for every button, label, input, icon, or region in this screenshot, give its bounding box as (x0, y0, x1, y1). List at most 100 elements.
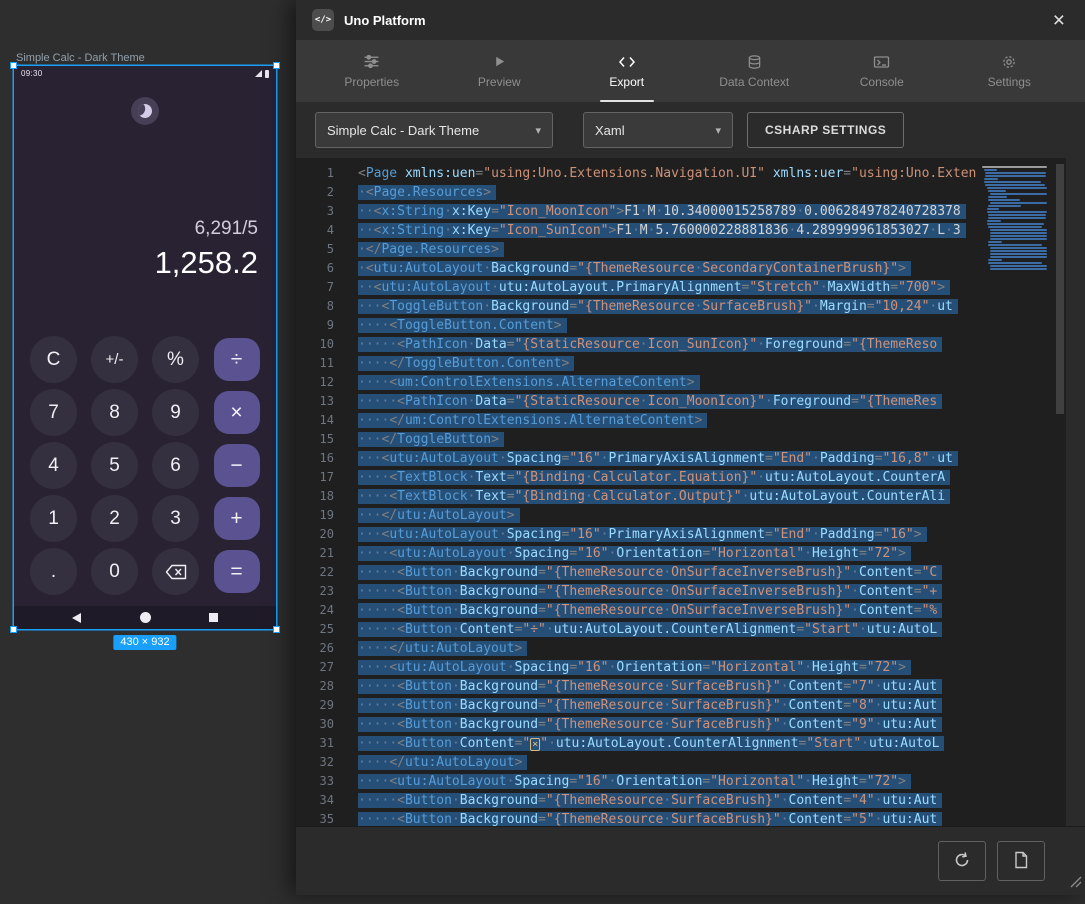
code-line[interactable]: ·····<Button·Content="÷"·utu:AutoLayout.… (358, 620, 1066, 639)
recents-icon[interactable] (209, 613, 218, 622)
calc-button-9[interactable]: 9 (152, 389, 199, 436)
calc-button-0[interactable]: 0 (91, 548, 138, 595)
page-dropdown[interactable]: Simple Calc - Dark Theme ▾ (315, 112, 553, 148)
tab-export[interactable]: Export (563, 40, 691, 102)
code-line[interactable]: ····</utu:AutoLayout> (358, 639, 1066, 658)
code-line[interactable]: ···</ToggleButton> (358, 430, 1066, 449)
calc-button-⌫[interactable] (152, 548, 199, 595)
line-number: 5 (296, 240, 334, 259)
code-line[interactable]: ···<ToggleButton·Background="{ThemeResou… (358, 297, 1066, 316)
code-line[interactable]: ···<utu:AutoLayout·Spacing="16"·PrimaryA… (358, 525, 1066, 544)
calc-button-+[interactable]: + (214, 497, 260, 540)
refresh-button[interactable] (938, 841, 986, 881)
minimap-line (985, 184, 1045, 186)
code-line[interactable]: ····<ToggleButton.Content> (358, 316, 1066, 335)
line-number: 9 (296, 316, 334, 335)
frame-label[interactable]: Simple Calc - Dark Theme (16, 52, 145, 64)
selection-handle-top-left[interactable] (10, 62, 17, 69)
code-line[interactable]: ·····<Button·Background="{ThemeResource·… (358, 677, 1066, 696)
calc-button-8[interactable]: 8 (91, 389, 138, 436)
code-line[interactable]: ···</utu:AutoLayout> (358, 506, 1066, 525)
tab-settings[interactable]: Settings (946, 40, 1074, 102)
line-number: 4 (296, 221, 334, 240)
code-line[interactable]: ···<utu:AutoLayout·Spacing="16"·PrimaryA… (358, 449, 1066, 468)
code-line[interactable]: ·····<Button·Background="{ThemeResource·… (358, 601, 1066, 620)
home-icon[interactable] (140, 612, 151, 623)
line-number: 2 (296, 183, 334, 202)
code-editor[interactable]: 1234567891011121314151617181920212223242… (296, 158, 1085, 826)
tab-console[interactable]: Console (818, 40, 946, 102)
calc-button-2[interactable]: 2 (91, 495, 138, 542)
line-number: 22 (296, 563, 334, 582)
calc-button-=[interactable]: = (214, 550, 260, 593)
theme-toggle-button[interactable] (131, 97, 159, 125)
selection-handle-top-right[interactable] (273, 62, 280, 69)
code-line[interactable]: ·····<Button·Content="×"·utu:AutoLayout.… (358, 734, 1066, 753)
code-line[interactable]: ·<Page.Resources> (358, 183, 1066, 202)
line-number: 11 (296, 354, 334, 373)
minimap[interactable] (972, 158, 1054, 826)
code-line[interactable]: ·</Page.Resources> (358, 240, 1066, 259)
scrollbar-thumb[interactable] (1056, 164, 1064, 414)
code-line[interactable]: ····<TextBlock·Text="{Binding·Calculator… (358, 468, 1066, 487)
calc-button-.[interactable]: . (30, 548, 77, 595)
code-line[interactable]: ·<utu:AutoLayout·Background="{ThemeResou… (358, 259, 1066, 278)
calc-button-÷[interactable]: ÷ (214, 338, 260, 381)
tab-data-context[interactable]: Data Context (691, 40, 819, 102)
calc-button-7[interactable]: 7 (30, 389, 77, 436)
code-line[interactable]: ·····<PathIcon·Data="{StaticResource·Ico… (358, 335, 1066, 354)
code-line[interactable]: ····</um:ControlExtensions.AlternateCont… (358, 411, 1066, 430)
calc-output: 1,258.2 (30, 242, 258, 284)
code-line[interactable]: ····<TextBlock·Text="{Binding·Calculator… (358, 487, 1066, 506)
code-line[interactable]: ··<x:String·x:Key="Icon_SunIcon">F1·M·5.… (358, 221, 1066, 240)
calc-button-3[interactable]: 3 (152, 495, 199, 542)
close-icon[interactable]: × (1049, 10, 1069, 31)
line-number: 3 (296, 202, 334, 221)
scrollbar[interactable] (1054, 158, 1066, 826)
selection-handle-bottom-right[interactable] (273, 626, 280, 633)
code-line[interactable]: ····<um:ControlExtensions.AlternateConte… (358, 373, 1066, 392)
code-line[interactable]: ·····<Button·Background="{ThemeResource·… (358, 563, 1066, 582)
tab-preview[interactable]: Preview (436, 40, 564, 102)
export-file-button[interactable] (997, 841, 1045, 881)
code-line[interactable]: ·····<Button·Background="{ThemeResource·… (358, 715, 1066, 734)
calc-button-+/-[interactable]: +/- (91, 336, 138, 383)
moon-icon (136, 102, 153, 119)
calc-button-1[interactable]: 1 (30, 495, 77, 542)
code-line[interactable]: ·····<Button·Background="{ThemeResource·… (358, 696, 1066, 715)
preview-icon (492, 53, 507, 70)
minimap-line (987, 211, 1047, 213)
code-line[interactable]: <Page xmlns:uen="using:Uno.Extensions.Na… (358, 164, 1066, 183)
minimap-line (988, 241, 1002, 243)
tab-properties[interactable]: Properties (308, 40, 436, 102)
calc-button-%[interactable]: % (152, 336, 199, 383)
code-line[interactable]: ·····<Button·Background="{ThemeResource·… (358, 810, 1066, 826)
minimap-line (982, 166, 1047, 168)
code-line[interactable]: ·····<Button·Background="{ThemeResource·… (358, 582, 1066, 601)
back-icon[interactable] (72, 613, 81, 623)
calc-button-−[interactable]: − (214, 444, 260, 487)
resize-grip[interactable] (1065, 871, 1083, 894)
code-line[interactable]: ····<utu:AutoLayout·Spacing="16"·Orienta… (358, 658, 1066, 677)
calc-button-×[interactable]: × (214, 391, 260, 434)
calc-button-6[interactable]: 6 (152, 442, 199, 489)
format-dropdown[interactable]: Xaml ▾ (583, 112, 733, 148)
calc-button-4[interactable]: 4 (30, 442, 77, 489)
code-line[interactable]: ····</ToggleButton.Content> (358, 354, 1066, 373)
code-line[interactable]: ··<utu:AutoLayout·utu:AutoLayout.Primary… (358, 278, 1066, 297)
calc-button-C[interactable]: C (30, 336, 77, 383)
code-line[interactable]: ····</utu:AutoLayout> (358, 753, 1066, 772)
calc-button-5[interactable]: 5 (91, 442, 138, 489)
selection-handle-bottom-left[interactable] (10, 626, 17, 633)
line-number: 31 (296, 734, 334, 753)
code-line[interactable]: ··<x:String·x:Key="Icon_MoonIcon">F1·M·1… (358, 202, 1066, 221)
calculator-frame[interactable]: 09:30 6,291/5 1,258.2 C+/-%÷789×456−123+… (14, 66, 276, 629)
csharp-settings-button[interactable]: CSHARP SETTINGS (747, 112, 904, 148)
code-line[interactable]: ····<utu:AutoLayout·Spacing="16"·Orienta… (358, 772, 1066, 791)
code-line[interactable]: ·····<Button·Background="{ThemeResource·… (358, 791, 1066, 810)
code-line[interactable]: ····<utu:AutoLayout·Spacing="16"·Orienta… (358, 544, 1066, 563)
calc-equation: 6,291/5 (30, 216, 258, 242)
code-line[interactable]: ·····<PathIcon·Data="{StaticResource·Ico… (358, 392, 1066, 411)
line-number: 21 (296, 544, 334, 563)
minimap-line (990, 229, 1047, 231)
